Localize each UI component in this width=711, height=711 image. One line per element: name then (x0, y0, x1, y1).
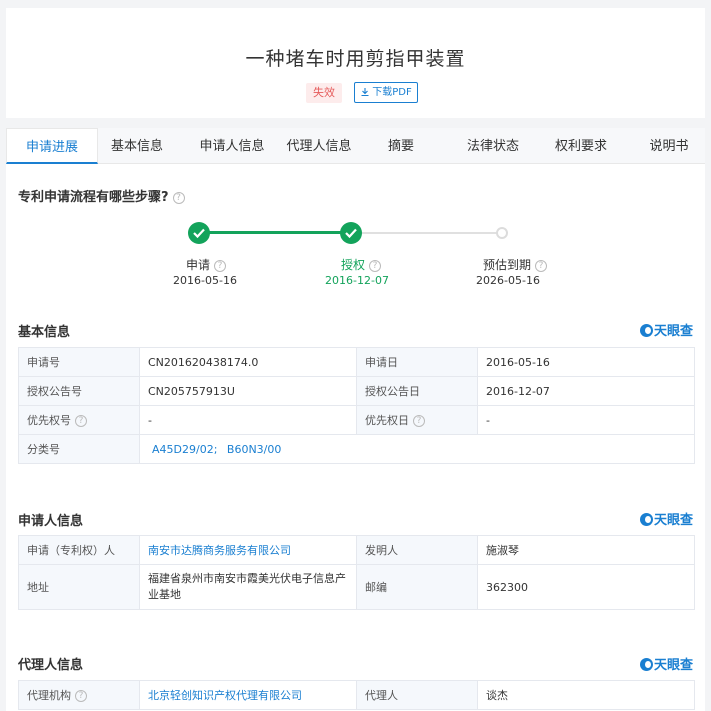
table-row: 申请（专利权）人 南安市达腾商务服务有限公司 发明人 施淑琴 (18, 535, 695, 565)
tab-claims[interactable]: 权利要求 (539, 128, 623, 164)
help-icon[interactable]: ? (535, 260, 547, 272)
download-pdf-button[interactable]: 下载PDF (354, 82, 418, 103)
timeline-progress-line (199, 231, 352, 234)
tab-legal-status[interactable]: 法律状态 (451, 128, 535, 164)
agency-link[interactable]: 北京轻创知识产权代理有限公司 (148, 689, 302, 702)
tab-agent-info[interactable]: 代理人信息 (271, 128, 367, 164)
table-row: 授权公告号 CN205757913U 授权公告日 2016-12-07 (18, 376, 695, 406)
help-icon[interactable]: ? (75, 415, 87, 427)
agent-info-table: 代理机构? 北京轻创知识产权代理有限公司 代理人 谈杰 (18, 680, 695, 710)
tianyancha-logo: 天眼查 (639, 654, 693, 673)
table-row: 分类号 A45D29/02; B60N3/00 (18, 434, 695, 464)
status-badge: 失效 (306, 83, 342, 103)
table-row: 优先权号? - 优先权日? - (18, 405, 695, 435)
table-row: 申请号 CN201620438174.0 申请日 2016-05-16 (18, 347, 695, 377)
applicant-info-table: 申请（专利权）人 南安市达腾商务服务有限公司 发明人 施淑琴 地址 福建省泉州市… (18, 535, 695, 610)
step-apply-label: 申请? (156, 256, 256, 273)
tab-basic-info[interactable]: 基本信息 (98, 128, 176, 164)
tab-description[interactable]: 说明书 (634, 128, 704, 164)
patent-header-card: 一种堵车时用剪指甲装置 失效 下载PDF (6, 8, 705, 118)
tianyancha-logo: 天眼查 (639, 320, 693, 339)
tianyancha-logo-icon (639, 658, 653, 671)
basic-info-table: 申请号 CN201620438174.0 申请日 2016-05-16 授权公告… (18, 347, 695, 464)
step-apply-date: 2016-05-16 (173, 274, 237, 287)
basic-info-heading: 基本信息 (18, 325, 71, 340)
step-grant-check-icon (340, 222, 362, 244)
tab-progress[interactable]: 申请进展 (6, 128, 98, 164)
help-icon[interactable]: ? (214, 260, 226, 272)
step-grant-label: 授权? (311, 256, 411, 273)
tianyancha-logo-icon (639, 324, 653, 337)
table-row: 地址 福建省泉州市南安市霞美光伏电子信息产业基地 邮编 362300 (18, 564, 695, 610)
help-icon[interactable]: ? (413, 415, 425, 427)
download-pdf-label: 下载PDF (372, 87, 412, 98)
tab-applicant-info[interactable]: 申请人信息 (184, 128, 280, 164)
tianyancha-logo: 天眼查 (639, 509, 693, 528)
download-icon (361, 88, 369, 97)
patent-title: 一种堵车时用剪指甲装置 (245, 48, 466, 70)
step-expiry-date: 2026-05-16 (476, 274, 540, 287)
help-icon[interactable]: ? (369, 260, 381, 272)
help-icon[interactable]: ? (172, 192, 185, 204)
table-row: 代理机构? 北京轻创知识产权代理有限公司 代理人 谈杰 (18, 680, 695, 710)
classification-link[interactable]: A45D29/02; (152, 443, 217, 456)
step-expiry-dot (496, 227, 508, 239)
step-expiry-label: 预估到期? (465, 256, 565, 273)
step-grant-date: 2016-12-07 (325, 274, 389, 287)
classification-link[interactable]: B60N3/00 (227, 443, 281, 456)
agent-info-heading: 代理人信息 (18, 658, 84, 673)
tab-abstract[interactable]: 摘要 (366, 128, 436, 164)
applicant-info-heading: 申请人信息 (18, 514, 84, 529)
tianyancha-logo-icon (639, 513, 653, 526)
step-apply-check-icon (188, 222, 210, 244)
process-heading: 专利申请流程有哪些步骤?? (18, 186, 185, 205)
patent-detail-card: 申请进展 基本信息 申请人信息 代理人信息 摘要 法律状态 权利要求 说明书 专… (6, 128, 705, 711)
timeline-remaining-line (352, 232, 498, 234)
tab-bar: 申请进展 基本信息 申请人信息 代理人信息 摘要 法律状态 权利要求 说明书 (6, 128, 705, 164)
applicant-link[interactable]: 南安市达腾商务服务有限公司 (148, 544, 291, 557)
help-icon[interactable]: ? (75, 690, 87, 702)
